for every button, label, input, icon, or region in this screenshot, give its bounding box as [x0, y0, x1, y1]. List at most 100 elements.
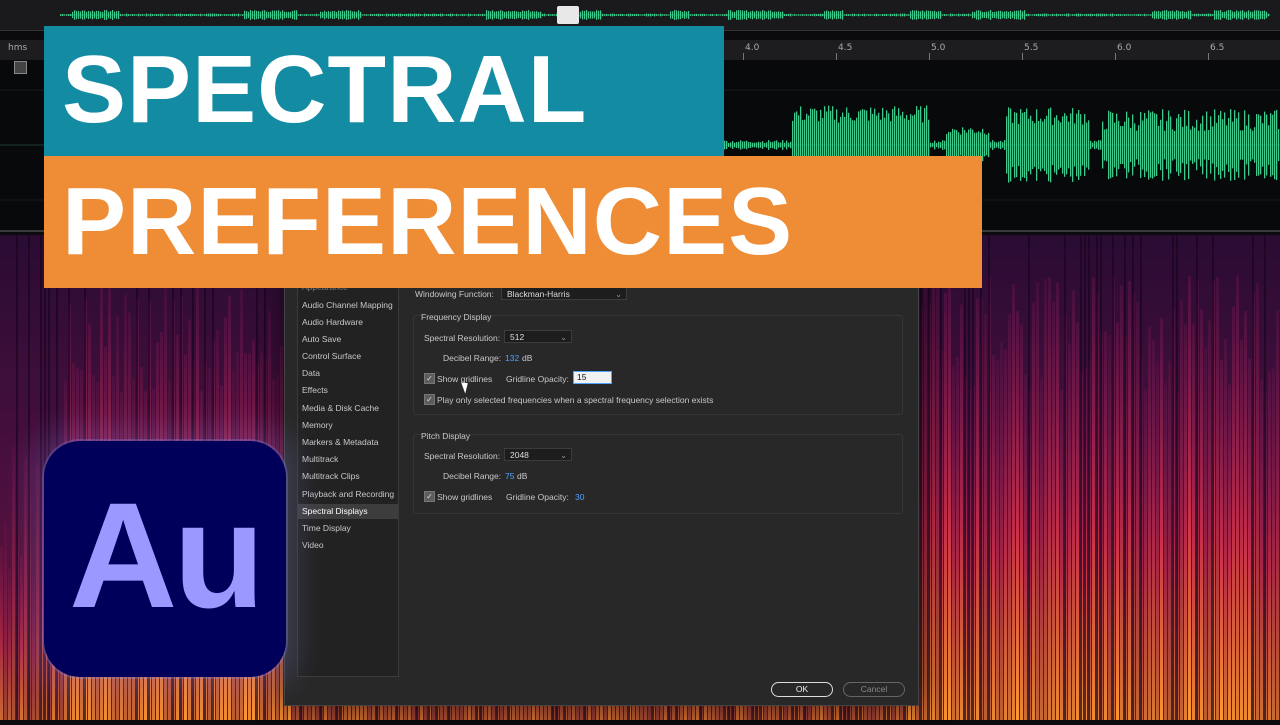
waveform-sample — [1162, 109, 1164, 181]
windowing-function-dropdown[interactable]: Blackman-Harris ⌄ — [501, 287, 627, 300]
overview-wave-sample — [122, 14, 124, 16]
pitch-gridline-opacity-value[interactable]: 30 — [575, 492, 584, 502]
overview-wave-sample — [130, 14, 132, 16]
pref-item-effects[interactable]: Effects — [302, 383, 396, 398]
pref-item-control-surface[interactable]: Control Surface — [302, 349, 396, 364]
waveform-sample — [1246, 125, 1248, 165]
overview-wave-sample — [736, 10, 738, 20]
spectrogram-gap — [1252, 235, 1254, 720]
pref-item-memory[interactable]: Memory — [302, 418, 396, 433]
pref-item-multitrack-clips[interactable]: Multitrack Clips — [302, 469, 396, 484]
overview-wave-sample — [254, 10, 256, 20]
overview-wave-sample — [684, 11, 686, 19]
waveform-sample — [930, 142, 932, 148]
cancel-button[interactable]: Cancel — [843, 682, 905, 697]
pref-item-spectral-displays[interactable]: Spectral Displays — [298, 504, 398, 519]
spectrogram-column — [1024, 374, 1027, 720]
overview-wave-sample — [618, 14, 620, 16]
pitch-show-gridlines-checkbox[interactable]: ✓ — [424, 491, 435, 502]
waveform-sample — [1154, 113, 1156, 177]
pref-item-markers-metadata[interactable]: Markers & Metadata — [302, 435, 396, 450]
spectrogram-gap — [1176, 235, 1178, 720]
overview-wave-sample — [256, 10, 258, 20]
pref-item-media-disk-cache[interactable]: Media & Disk Cache — [302, 401, 396, 416]
overview-wave-sample — [654, 13, 656, 17]
spectrogram-gap — [1196, 235, 1198, 720]
overview-wave-sample — [1226, 10, 1228, 20]
overview-wave-sample — [896, 13, 898, 17]
pref-item-audio-channel-mapping[interactable]: Audio Channel Mapping — [302, 298, 396, 313]
overview-wave-sample — [1068, 13, 1070, 17]
waveform-sample — [1054, 117, 1056, 173]
pref-item-video[interactable]: Video — [302, 538, 396, 553]
overview-wave-sample — [1136, 14, 1138, 16]
freq-spectral-resolution-label: Spectral Resolution: — [424, 333, 501, 343]
overview-wave-sample — [318, 14, 320, 16]
overview-wave-sample — [404, 14, 406, 16]
waveform-sample — [1088, 120, 1090, 170]
waveform-sample — [1170, 116, 1172, 174]
spectrogram-column — [1232, 306, 1235, 720]
overview-wave-sample — [634, 13, 636, 17]
waveform-sample — [758, 141, 760, 149]
overview-wave-sample — [616, 14, 618, 16]
overview-viewport-handle[interactable] — [557, 6, 579, 24]
overview-wave-sample — [76, 10, 78, 20]
ruler-label: 4.5 — [838, 43, 853, 53]
preferences-category-list[interactable]: Appearance Audio Channel Mapping Audio H… — [297, 279, 399, 677]
overview-wave-sample — [612, 13, 614, 17]
play-selected-frequencies-checkbox[interactable]: ✓ — [424, 394, 435, 405]
overview-wave-sample — [894, 13, 896, 17]
pref-item-playback-recording[interactable]: Playback and Recording — [302, 487, 396, 502]
waveform-sample — [1256, 114, 1258, 176]
overview-wave-sample — [1054, 14, 1056, 16]
ok-button[interactable]: OK — [771, 682, 833, 697]
spectrogram-column — [1164, 381, 1167, 720]
overview-wave-sample — [274, 10, 276, 20]
freq-gridline-opacity-input[interactable]: 15 — [573, 371, 612, 384]
overview-wave-sample — [876, 13, 878, 17]
pref-item-audio-hardware[interactable]: Audio Hardware — [302, 315, 396, 330]
freq-decibel-range-value[interactable]: 132 — [505, 353, 519, 363]
overview-wave-sample — [348, 10, 350, 20]
zoom-toggle-icon[interactable] — [14, 61, 27, 74]
pitch-spectral-resolution-dropdown[interactable]: 2048 ⌄ — [504, 448, 572, 461]
waveform-sample — [1126, 111, 1128, 179]
overview-wave-sample — [402, 14, 404, 16]
waveform-sample — [1116, 113, 1118, 177]
overview-wave-sample — [674, 10, 676, 20]
waveform-sample — [1248, 114, 1250, 176]
overview-wave-sample — [930, 10, 932, 20]
pitch-decibel-range-value[interactable]: 75 — [505, 471, 514, 481]
overview-wave-sample — [968, 13, 970, 17]
waveform-sample — [750, 142, 752, 148]
freq-show-gridlines-checkbox[interactable]: ✓ — [424, 373, 435, 384]
overview-wave-sample — [1222, 11, 1224, 19]
waveform-sample — [1092, 142, 1094, 148]
overview-wave-sample — [1194, 13, 1196, 17]
overview-wave-sample — [530, 11, 532, 19]
overview-wave-sample — [180, 13, 182, 17]
waveform-sample — [1142, 120, 1144, 170]
overview-wave-sample — [324, 10, 326, 20]
overview-wave-sample — [1186, 11, 1188, 19]
audition-logo-text: Au — [69, 471, 265, 639]
overview-wave-sample — [980, 10, 982, 20]
overview-wave-sample — [1184, 11, 1186, 19]
pref-item-data[interactable]: Data — [302, 366, 396, 381]
waveform-sample — [1230, 109, 1232, 181]
overview-wave-sample — [1066, 13, 1068, 17]
overview-wave-sample — [950, 13, 952, 17]
freq-spectral-resolution-dropdown[interactable]: 512 ⌄ — [504, 330, 572, 343]
spectrogram-column — [1052, 301, 1055, 720]
overview-wave-sample — [1028, 13, 1030, 17]
overview-wave-sample — [1098, 13, 1100, 17]
overview-wave-sample — [484, 14, 486, 16]
spectrogram-column — [1216, 277, 1219, 720]
waveform-sample — [1254, 127, 1256, 163]
pref-item-multitrack[interactable]: Multitrack — [302, 452, 396, 467]
pref-item-auto-save[interactable]: Auto Save — [302, 332, 396, 347]
pref-item-time-display[interactable]: Time Display — [302, 521, 396, 536]
overview-wave-sample — [998, 10, 1000, 20]
overview-wave-sample — [710, 14, 712, 16]
